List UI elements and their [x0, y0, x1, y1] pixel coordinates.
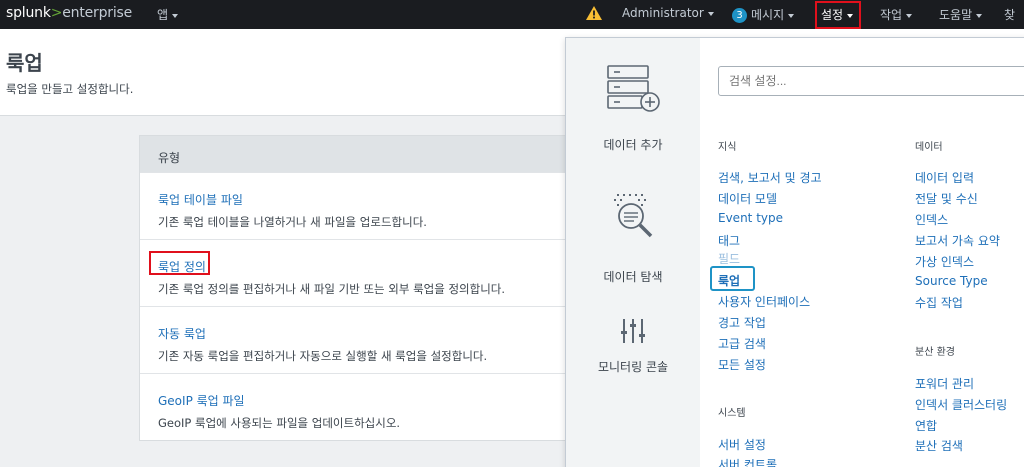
messages-menu[interactable]: 3 메시지	[732, 6, 795, 23]
settings-search-input[interactable]	[718, 66, 1024, 96]
server-controls-link[interactable]: 서버 컨트롤	[718, 456, 777, 467]
indexes-link[interactable]: 인덱스	[915, 211, 948, 228]
distributed-environment-heading: 분산 환경	[915, 347, 955, 358]
type-column-header: 유형	[158, 151, 181, 165]
explore-data-label: 데이터 탐색	[603, 270, 663, 284]
row-description: GeoIP 룩업에 사용되는 파일을 업데이트하십시오.	[158, 416, 401, 430]
apps-label: 앱	[157, 8, 169, 22]
settings-highlight-box	[815, 1, 861, 29]
searches-reports-alerts-link[interactable]: 검색, 보고서 및 경고	[718, 169, 822, 186]
fields-link[interactable]: 필드	[718, 250, 740, 267]
lookup-table-files-link[interactable]: 룩업 테이블 파일	[158, 191, 243, 208]
source-types-link[interactable]: Source Type	[915, 274, 988, 288]
tags-link[interactable]: 태그	[718, 232, 740, 249]
virtual-indexes-link[interactable]: 가상 인덱스	[915, 253, 974, 270]
monitoring-console-tile[interactable]: 모니터링 콘솔	[566, 318, 700, 375]
logo-splunk-text: splunk	[6, 5, 51, 21]
help-label: 도움말	[939, 8, 973, 22]
top-nav-bar: splunk>enterprise 앱 Administrator 3 메시지 설…	[0, 0, 1024, 29]
sliders-icon	[621, 319, 645, 343]
row-description: 기존 룩업 테이블을 나열하거나 새 파일을 업로드합니다.	[158, 215, 427, 229]
ingest-actions-link[interactable]: 수집 작업	[915, 294, 963, 311]
lookup-definitions-highlight-box	[149, 251, 210, 275]
table-header: 유형	[140, 136, 578, 172]
explore-data-icon	[614, 194, 653, 238]
indexer-clustering-link[interactable]: 인덱서 클러스터링	[915, 396, 1007, 413]
row-description: 기존 룩업 정의를 편집하거나 새 파일 기반 또는 외부 룩업을 정의합니다.	[158, 282, 506, 296]
user-interface-link[interactable]: 사용자 인터페이스	[718, 293, 810, 310]
add-data-tile[interactable]: 데이터 추가	[566, 64, 700, 153]
advanced-search-link[interactable]: 고급 검색	[718, 335, 766, 352]
find-menu[interactable]: 찾	[1004, 6, 1015, 23]
add-data-label: 데이터 추가	[603, 138, 663, 152]
table-row: 자동 룩업 기존 자동 룩업을 편집하거나 자동으로 실행할 새 룩업을 설정합…	[140, 306, 578, 373]
warning-icon[interactable]	[585, 5, 603, 21]
logo-gt-text: >	[50, 5, 63, 21]
chevron-down-icon	[906, 13, 913, 18]
data-inputs-link[interactable]: 데이터 입력	[915, 169, 974, 186]
distributed-search-link[interactable]: 분산 검색	[915, 437, 963, 454]
user-menu[interactable]: Administrator	[622, 6, 714, 20]
find-label: 찾	[1004, 8, 1016, 22]
federation-link[interactable]: 연합	[915, 417, 937, 434]
data-heading: 데이터	[915, 142, 943, 153]
geoip-lookup-file-link[interactable]: GeoIP 룩업 파일	[158, 392, 245, 409]
page-title: 룩업	[6, 51, 43, 75]
lookup-types-table: 유형 룩업 테이블 파일 기존 룩업 테이블을 나열하거나 새 파일을 업로드합…	[139, 135, 579, 441]
knowledge-heading: 지식	[718, 142, 737, 153]
activity-menu[interactable]: 작업	[880, 6, 913, 23]
splunk-logo[interactable]: splunk>enterprise	[6, 5, 132, 21]
chevron-down-icon	[707, 11, 714, 16]
table-row: 룩업 테이블 파일 기존 룩업 테이블을 나열하거나 새 파일을 업로드합니다.	[140, 172, 578, 239]
automatic-lookups-link[interactable]: 자동 룩업	[158, 325, 206, 342]
forwarder-management-link[interactable]: 포워더 관리	[915, 375, 974, 392]
all-configurations-link[interactable]: 모든 설정	[718, 356, 766, 373]
apps-menu[interactable]: 앱	[157, 6, 179, 23]
help-menu[interactable]: 도움말	[939, 6, 983, 23]
user-label: Administrator	[622, 6, 704, 20]
page-description: 룩업을 만들고 설정합니다.	[6, 82, 134, 96]
chevron-down-icon	[788, 13, 795, 18]
activity-label: 작업	[880, 8, 903, 22]
messages-label: 메시지	[751, 8, 785, 22]
server-settings-link[interactable]: 서버 설정	[718, 436, 766, 453]
table-row: GeoIP 룩업 파일 GeoIP 룩업에 사용되는 파일을 업데이트하십시오.	[140, 373, 578, 440]
add-data-icon	[607, 65, 660, 112]
message-count-badge: 3	[732, 8, 747, 23]
report-acceleration-link[interactable]: 보고서 가속 요약	[915, 232, 1000, 249]
explore-data-tile[interactable]: 데이터 탐색	[566, 188, 700, 285]
system-heading: 시스템	[718, 408, 746, 419]
chevron-down-icon	[976, 13, 983, 18]
lookups-focus-ring	[710, 266, 755, 291]
settings-dropdown: 데이터 추가 데이터 탐색 모니터링 콘솔 검색 설정... 지식 검색, 보고…	[565, 37, 1024, 467]
monitoring-console-label: 모니터링 콘솔	[597, 360, 669, 374]
alert-actions-link[interactable]: 경고 작업	[718, 314, 766, 331]
chevron-down-icon	[172, 13, 179, 18]
event-types-link[interactable]: Event type	[718, 211, 783, 225]
logo-enterprise-text: enterprise	[62, 5, 133, 21]
forwarding-receiving-link[interactable]: 전달 및 수신	[915, 190, 978, 207]
data-models-link[interactable]: 데이터 모델	[718, 190, 777, 207]
row-description: 기존 자동 룩업을 편집하거나 자동으로 실행할 새 룩업을 설정합니다.	[158, 349, 488, 363]
